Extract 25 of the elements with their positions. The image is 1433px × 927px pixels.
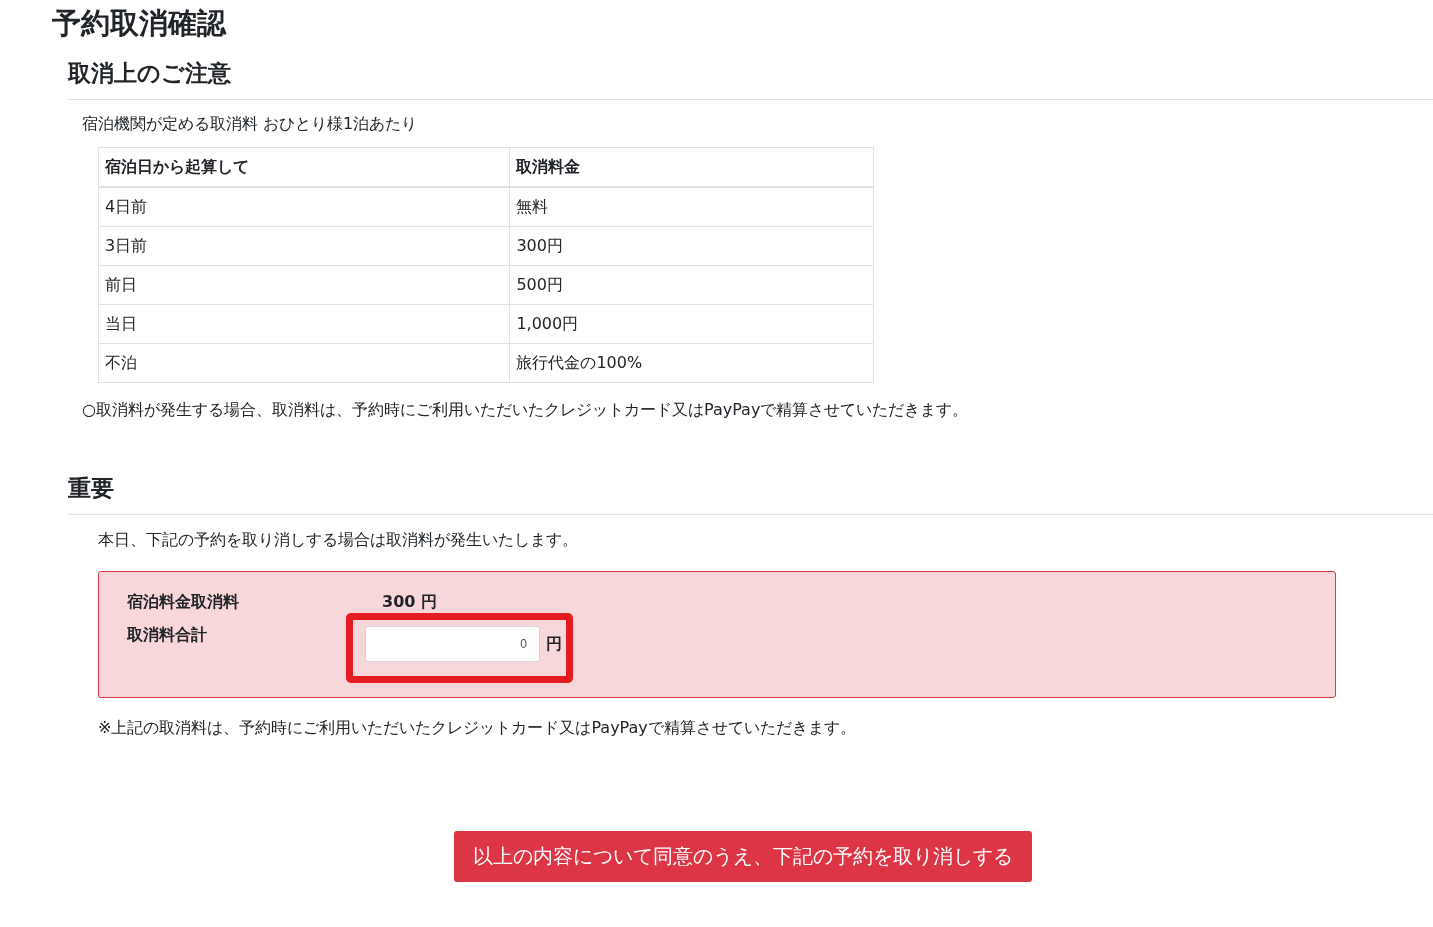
table-cell: 500円 [509, 265, 874, 305]
table-cell: 無料 [509, 187, 874, 227]
table-cell: 不泊 [98, 343, 510, 383]
confirm-cancel-button[interactable]: 以上の内容について同意のうえ、下記の予約を取り消しする [453, 831, 1032, 882]
table-cell: 1,000円 [509, 304, 874, 344]
fee-value: 300 円 [382, 592, 438, 613]
table-cell: 300円 [509, 226, 874, 266]
payment-note: ○取消料が発生する場合、取消料は、予約時にご利用いただいたクレジットカード又はPayPayで精算させていただきます。 [82, 400, 970, 421]
page-title: 予約取消確認 [52, 5, 228, 42]
table-cell: 前日 [98, 265, 510, 305]
table-cell: 4日前 [98, 187, 510, 227]
total-input-field[interactable]: 0 [365, 626, 540, 662]
total-label: 取消料合計 [127, 625, 208, 646]
fee-label: 宿泊料金取消料 [127, 592, 240, 613]
table-cell: 旅行代金の100% [509, 343, 874, 383]
section-heading: 重要 [68, 473, 1433, 515]
table-cell: 3日前 [98, 226, 510, 266]
currency-unit: 円 [546, 633, 562, 655]
table-cell: 当日 [98, 304, 510, 344]
fee-intro: 宿泊機関が定める取消料 おひとり様1泊あたり [82, 114, 419, 135]
column-header: 宿泊日から起算して [98, 147, 510, 187]
payment-note: ※上記の取消料は、予約時にご利用いただいたクレジットカード又はPayPayで精算させていただきます。 [98, 718, 857, 739]
warning-message: 本日、下記の予約を取り消しする場合は取消料が発生いたします。 [98, 530, 579, 551]
section-heading: 取消上のご注意 [68, 58, 1433, 100]
column-header: 取消料金 [509, 147, 874, 187]
